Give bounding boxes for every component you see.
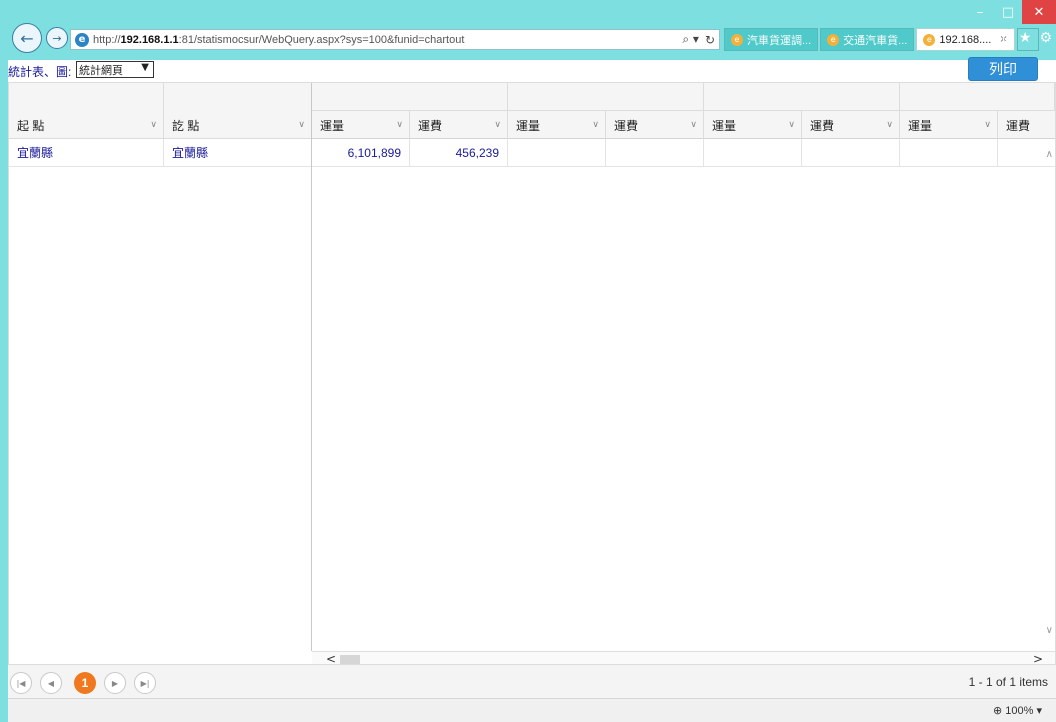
column-header-destination[interactable]: 訖 點 ∨ [164,111,312,139]
tab-label: 192.168.... [939,33,992,46]
cell-volume: 6,101,899 [312,139,410,167]
page-toolbar [8,60,1056,82]
column-header-label: 訖 點 [172,118,200,133]
report-select-value: 統計網頁 [79,64,123,77]
chevron-down-icon[interactable]: ∨ [298,120,305,130]
current-page-button[interactable]: 1 [74,672,96,694]
chevron-down-icon[interactable]: ∨ [592,120,599,130]
address-bar[interactable]: e http://192.168.1.1:81/statismocsur/Web… [70,29,720,50]
column-header-label: 運費 [810,118,835,133]
column-header-fee[interactable]: 運費 ∨ [410,111,508,139]
column-header-origin[interactable]: 起 點 ∨ [9,111,164,139]
forward-button[interactable]: → [46,27,68,49]
tab-2[interactable]: e 交通汽車貨... [820,28,915,51]
chevron-down-icon[interactable]: ∨ [396,120,403,130]
cell-destination: 宜蘭縣 [164,139,312,167]
home-icon[interactable]: ⌂ [1002,30,1011,46]
zoom-control[interactable]: ⊕ 100% ▾ [993,704,1042,717]
group-header [508,83,704,111]
cell-empty [606,139,704,167]
forward-arrow-icon: → [52,31,62,45]
browser-frame-left [0,0,8,722]
print-button[interactable]: 列印 [968,57,1038,81]
tab-1[interactable]: e 汽車貨運調... [724,28,819,51]
close-icon[interactable]: ✕ [1022,0,1056,24]
chevron-down-icon[interactable]: ∨ [788,120,795,130]
group-header [704,83,900,111]
column-header-fee[interactable]: 運費 ∨ [802,111,900,139]
cell-empty [900,139,998,167]
column-header-fee[interactable]: 運費 ∨ [606,111,704,139]
tab-label: 交通汽車貨... [843,34,908,47]
prev-page-icon[interactable]: ◀ [40,672,62,694]
scroll-up-icon[interactable]: ∧ [1046,149,1053,160]
favorites-star-icon[interactable]: ★ [1019,30,1032,46]
column-header-volume[interactable]: 運量 ∨ [900,111,998,139]
chevron-down-icon[interactable]: ∨ [984,120,991,130]
locked-columns-divider [311,83,312,651]
refresh-icon[interactable]: ↻ [705,33,715,47]
minimize-icon[interactable]: – [966,0,994,24]
report-label: 統計表、圖: [8,65,72,79]
data-grid: 起 點 ∨ 訖 點 ∨ 運量 ∨ 運費 ∨ 運量 ∨ 運費 ∨ 運量 ∨ 運費 ∨ 運量 ∨ 運費… [8,82,1056,698]
tab-ie-icon: e [731,33,743,46]
chevron-down-icon[interactable]: ∨ [494,120,501,130]
browser-right-icons: ⌂ ★ ⚙ [1002,30,1052,46]
tab-3[interactable]: e 192.168.... × [916,28,1015,51]
chevron-down-icon[interactable]: ∨ [150,120,157,130]
cell-fee: 456,239 [410,139,508,167]
group-header [900,83,1055,111]
settings-gear-icon[interactable]: ⚙ [1039,30,1052,46]
cell-empty [508,139,606,167]
address-tools: ⌕ ▾ ↻ [682,32,719,47]
column-header-volume[interactable]: 運量 ∨ [508,111,606,139]
chevron-down-icon[interactable]: ∨ [690,120,697,130]
group-header [312,83,508,111]
cell-empty [802,139,900,167]
column-header-label: 起 點 [17,118,45,133]
column-header-fee[interactable]: 運費 [998,111,1055,139]
chevron-down-icon: ▼ [141,62,149,73]
cell-origin: 宜蘭縣 [9,139,164,167]
zoom-icon: ⊕ [993,705,1003,717]
url-host: 192.168.1.1 [120,33,179,46]
search-icon[interactable]: ⌕ ▾ [682,32,699,47]
first-page-icon[interactable]: |◀ [10,672,32,694]
pager: |◀ ◀ 1 ▶ ▶| 1 - 1 of 1 items [8,664,1056,698]
column-header-label: 運費 [418,118,443,133]
column-header-label: 運量 [712,118,737,133]
last-page-icon[interactable]: ▶| [134,672,156,694]
window-controls: – □ ✕ [966,0,1056,26]
grid-header: 起 點 ∨ 訖 點 ∨ 運量 ∨ 運費 ∨ 運量 ∨ 運費 ∨ 運量 ∨ 運費 ∨ 運量 ∨ 運費 [9,83,1055,139]
column-header-volume[interactable]: 運量 ∨ [312,111,410,139]
url-text[interactable]: http://192.168.1.1:81/statismocsur/WebQu… [93,34,682,46]
tab-label: 汽車貨運調... [747,34,812,47]
tab-ie-icon: e [923,33,936,46]
url-prefix: http:// [93,33,121,46]
tab-ie-icon: e [827,33,840,46]
status-bar: ⊕ 100% ▾ [8,698,1056,722]
column-header-label: 運量 [516,118,541,133]
column-header-label: 運費 [1006,118,1031,133]
pager-info: 1 - 1 of 1 items [968,675,1048,689]
column-header-label: 運量 [908,118,933,133]
back-button[interactable]: ← [12,23,42,53]
chevron-down-icon[interactable]: ∨ [886,120,893,130]
scroll-down-icon[interactable]: ∨ [1046,625,1053,636]
column-header-label: 運費 [614,118,639,133]
url-path: :81/statismocsur/WebQuery.aspx?sys=100&f… [178,33,465,46]
report-select[interactable]: 統計網頁 ▼ [76,61,154,78]
maximize-icon[interactable]: □ [994,0,1022,24]
tab-strip: e 汽車貨運調... e 交通汽車貨... e 192.168.... × [724,28,1039,51]
zoom-value: 100% [1005,705,1034,717]
column-header-label: 運量 [320,118,345,133]
cell-empty [704,139,802,167]
next-page-icon[interactable]: ▶ [104,672,126,694]
column-header-volume[interactable]: 運量 ∨ [704,111,802,139]
ie-favicon-icon: e [75,32,89,47]
back-arrow-icon: ← [20,28,34,48]
